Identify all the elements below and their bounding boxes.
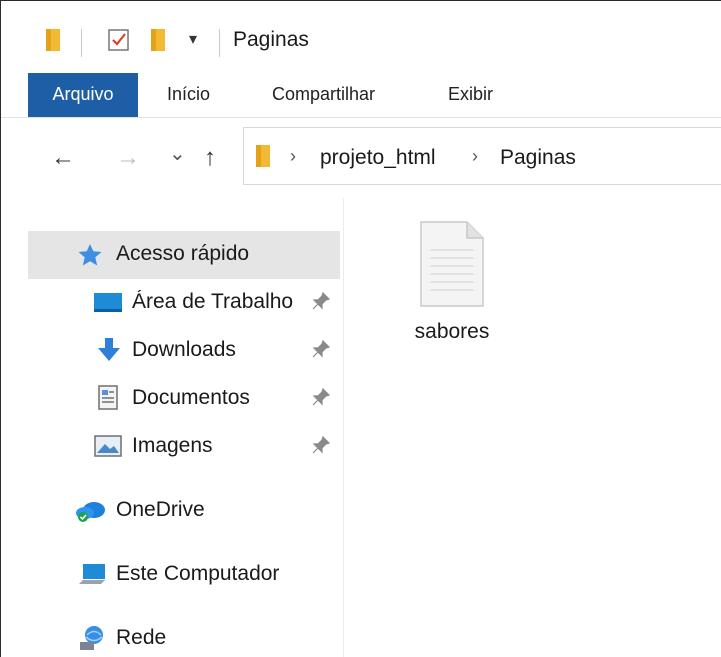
sidebar-item-label: OneDrive [116, 498, 205, 521]
window-title: Paginas [233, 28, 309, 51]
tab-compartilhar[interactable]: Compartilhar [272, 73, 375, 117]
back-button[interactable]: ← [51, 146, 75, 170]
sidebar-item-acesso-rapido[interactable]: Acesso rápido [28, 231, 340, 279]
customize-toolbar-icon[interactable]: ▾ [189, 29, 197, 49]
sidebar-item-rede[interactable]: Rede [1, 615, 341, 657]
address-bar[interactable]: › projeto_html › Paginas [243, 127, 721, 185]
up-button[interactable]: ↑ [204, 146, 216, 170]
network-icon [77, 624, 107, 657]
folder-icon [43, 27, 65, 58]
breadcrumb-separator[interactable]: › [472, 146, 478, 167]
tab-inicio[interactable]: Início [167, 73, 210, 117]
onedrive-icon [75, 499, 107, 528]
ribbon-tabs: Arquivo Início Compartilhar Exibir [1, 73, 721, 118]
breadcrumb-separator[interactable]: › [290, 146, 296, 167]
sidebar-item-onedrive[interactable]: OneDrive [1, 487, 341, 535]
sidebar-item-label: Este Computador [116, 562, 280, 585]
file-name: sabores [414, 320, 490, 343]
sidebar-item-label: Documentos [132, 386, 250, 409]
recent-locations-button[interactable]: ⌄ [169, 142, 186, 166]
explorer-window: ▾ Paginas Arquivo Início Compartilhar Ex… [0, 0, 721, 657]
pictures-icon [94, 435, 122, 462]
sidebar-item-label: Acesso rápido [116, 242, 250, 265]
desktop-icon [93, 292, 123, 319]
document-icon [97, 385, 119, 416]
sidebar-item-label: Imagens [132, 434, 213, 457]
forward-button[interactable]: → [116, 146, 140, 170]
properties-check-icon[interactable] [107, 27, 131, 58]
breadcrumb-projeto-html[interactable]: projeto_html [320, 146, 436, 170]
navigation-bar: ← → ⌄ ↑ › projeto_html › Paginas [1, 118, 721, 198]
star-icon [77, 243, 103, 272]
tab-exibir[interactable]: Exibir [448, 73, 493, 117]
sidebar-item-label: Área de Trabalho [132, 290, 294, 313]
download-icon [96, 337, 122, 368]
sidebar-item-downloads[interactable]: Downloads [1, 327, 341, 375]
computer-icon [77, 562, 107, 593]
pin-icon[interactable] [311, 339, 331, 364]
toolbar-separator [219, 29, 220, 57]
pin-icon[interactable] [311, 435, 331, 460]
generic-file-icon [419, 220, 485, 313]
new-folder-icon[interactable] [148, 27, 170, 58]
file-list: sabores [344, 198, 721, 657]
sidebar-item-documentos[interactable]: Documentos [1, 375, 341, 423]
sidebar-item-area-de-trabalho[interactable]: Área de Trabalho [1, 279, 341, 327]
folder-icon [253, 143, 275, 174]
sidebar-item-este-computador[interactable]: Este Computador [1, 551, 341, 599]
toolbar-separator [81, 29, 82, 57]
tab-arquivo[interactable]: Arquivo [28, 73, 138, 117]
pin-icon[interactable] [311, 387, 331, 412]
pin-icon[interactable] [311, 291, 331, 316]
title-bar: ▾ Paginas [1, 1, 721, 73]
breadcrumb-paginas[interactable]: Paginas [500, 146, 576, 170]
navigation-pane: Acesso rápido Área de Trabalho Downloads [1, 198, 344, 657]
sidebar-item-imagens[interactable]: Imagens [1, 423, 341, 471]
sidebar-item-label: Downloads [132, 338, 236, 361]
sidebar-item-label: Rede [116, 626, 167, 649]
